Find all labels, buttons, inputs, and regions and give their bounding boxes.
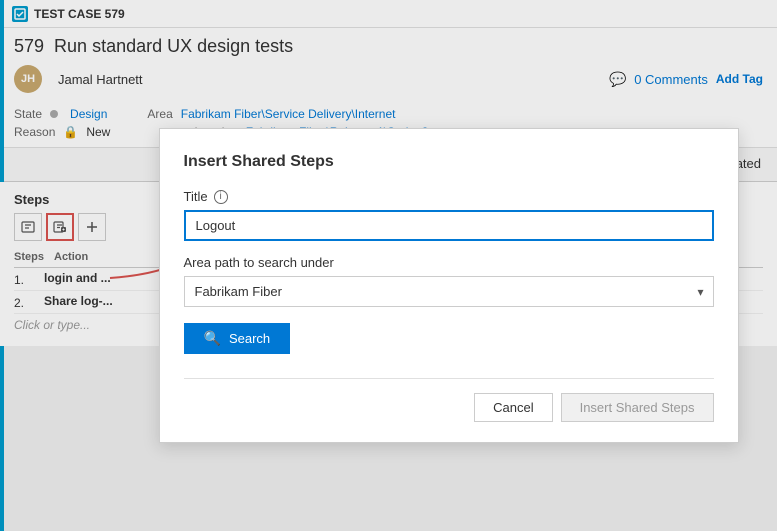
- dialog-overlay: Insert Shared Steps Title i Area path to…: [0, 0, 777, 531]
- search-icon: 🔍: [204, 330, 221, 347]
- title-field-label: Title i: [184, 189, 714, 204]
- insert-shared-steps-button-dialog[interactable]: Insert Shared Steps: [561, 393, 714, 422]
- title-input[interactable]: [184, 210, 714, 241]
- dialog-footer: Cancel Insert Shared Steps: [184, 378, 714, 422]
- dialog-title: Insert Shared Steps: [184, 153, 714, 171]
- title-info-icon[interactable]: i: [214, 190, 228, 204]
- area-path-label: Area path to search under: [184, 255, 714, 270]
- area-path-select[interactable]: Fabrikam Fiber: [184, 276, 714, 307]
- dialog: Insert Shared Steps Title i Area path to…: [159, 128, 739, 443]
- cancel-button[interactable]: Cancel: [474, 393, 552, 422]
- search-button[interactable]: 🔍 Search: [184, 323, 291, 354]
- area-path-wrapper: Fabrikam Fiber ▾: [184, 276, 714, 307]
